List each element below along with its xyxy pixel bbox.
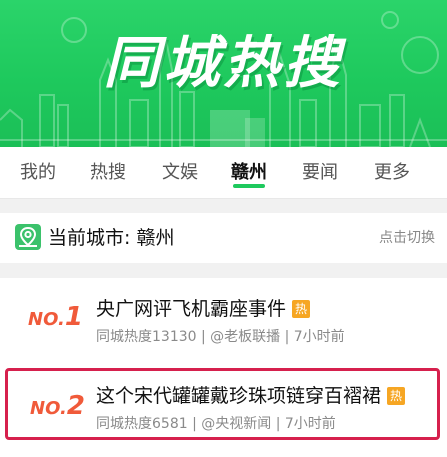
current-city-label: 当前城市: 赣州 bbox=[48, 227, 175, 249]
tab-ganzhou[interactable]: 赣州 bbox=[219, 147, 279, 198]
tab-news[interactable]: 要闻 bbox=[290, 147, 350, 198]
switch-city-link[interactable]: 点击切换 bbox=[379, 213, 435, 263]
rank-prefix: NO. bbox=[28, 309, 65, 330]
rank-number: 2 bbox=[66, 391, 85, 421]
rank-number: 1 bbox=[64, 302, 83, 332]
divider bbox=[0, 199, 447, 213]
rank-prefix: NO. bbox=[30, 398, 67, 419]
list-item[interactable]: NO.1 央广网评飞机霸座事件热 同城热度13130 | @老板联播 | 7小时… bbox=[0, 278, 447, 364]
banner: 同城热搜 bbox=[0, 0, 447, 147]
current-city-bar: 当前城市: 赣州 点击切换 bbox=[0, 213, 447, 263]
item-title[interactable]: 这个宋代罐罐戴珍珠项链穿百褶裙热 bbox=[96, 381, 406, 408]
tab-mine[interactable]: 我的 bbox=[8, 147, 68, 198]
item-title[interactable]: 央广网评飞机霸座事件热 bbox=[96, 294, 311, 321]
tab-hot-search[interactable]: 热搜 bbox=[78, 147, 138, 198]
rank-label: NO.1 bbox=[28, 302, 83, 332]
list-item[interactable]: NO.2 这个宋代罐罐戴珍珠项链穿百褶裙热 同城热度6581 | @央视新闻 |… bbox=[5, 368, 440, 440]
item-title-text: 央广网评飞机霸座事件 bbox=[96, 298, 287, 320]
item-meta: 同城热度6581 | @央视新闻 | 7小时前 bbox=[96, 416, 336, 432]
rank-label: NO.2 bbox=[30, 391, 85, 421]
banner-title: 同城热搜 bbox=[103, 31, 344, 96]
tab-entertainment[interactable]: 文娱 bbox=[150, 147, 210, 198]
divider bbox=[0, 263, 447, 278]
hot-badge: 热 bbox=[292, 300, 311, 318]
location-pin-icon bbox=[15, 224, 41, 250]
item-meta: 同城热度13130 | @老板联播 | 7小时前 bbox=[96, 329, 345, 345]
item-title-text: 这个宋代罐罐戴珍珠项链穿百褶裙 bbox=[96, 385, 382, 407]
tab-more[interactable]: 更多 bbox=[362, 147, 422, 198]
active-tab-indicator bbox=[233, 184, 265, 188]
category-tabs: 我的 热搜 文娱 赣州 要闻 更多 bbox=[0, 147, 447, 199]
hot-badge: 热 bbox=[387, 387, 406, 405]
